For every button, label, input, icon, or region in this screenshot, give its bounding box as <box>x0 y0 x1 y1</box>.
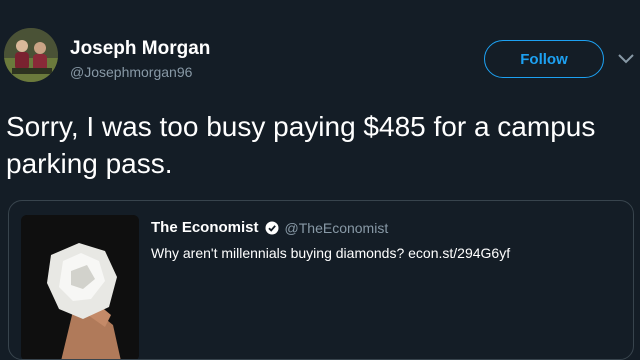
follow-button[interactable]: Follow <box>484 40 604 78</box>
tweet-card: Joseph Morgan @Josephmorgan96 Follow Sor… <box>0 0 640 360</box>
verified-badge-icon <box>265 221 279 234</box>
user-handle[interactable]: @Josephmorgan96 <box>70 64 192 80</box>
quoted-tweet-media[interactable] <box>21 215 139 359</box>
profile-avatar[interactable] <box>4 28 58 82</box>
quoted-tweet[interactable]: The Economist @TheEconomist Why aren't m… <box>8 200 634 360</box>
chevron-down-icon[interactable] <box>616 52 636 66</box>
quoted-user-handle[interactable]: @TheEconomist <box>285 220 389 236</box>
quoted-tweet-author: The Economist @TheEconomist <box>151 219 388 236</box>
display-name[interactable]: Joseph Morgan <box>70 38 210 60</box>
quoted-display-name[interactable]: The Economist <box>151 219 259 236</box>
quoted-tweet-text: Why aren't millennials buying diamonds? … <box>151 245 511 261</box>
tweet-text: Sorry, I was too busy paying $485 for a … <box>6 111 596 179</box>
